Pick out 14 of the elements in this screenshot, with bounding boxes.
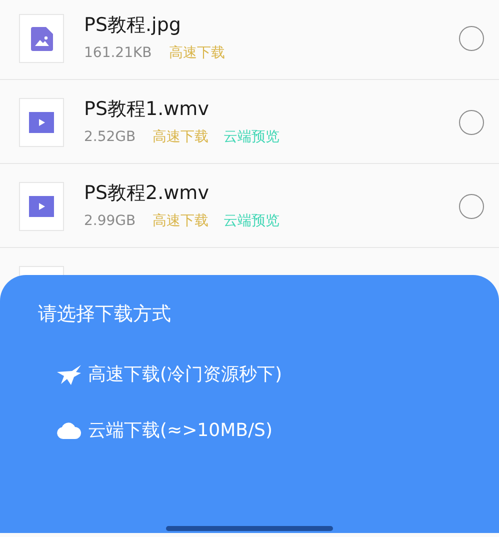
file-name: PS教程2.wmv: [84, 182, 209, 204]
action-link[interactable]: 云端预览: [224, 211, 280, 232]
action-link[interactable]: 高速下载: [168, 43, 225, 64]
file-size: 161.21KB: [84, 44, 152, 63]
action-link[interactable]: 云端预览: [224, 127, 280, 148]
action-link[interactable]: 高速下载: [152, 211, 209, 232]
sheet-title: 请选择下载方式: [38, 302, 171, 327]
file-size: 2.99GB: [84, 212, 136, 231]
download-option[interactable]: 高速下载(冷门资源秒下): [88, 361, 282, 388]
file-size: 2.52GB: [84, 128, 136, 147]
download-option[interactable]: 云端下载(≈>10MB/S): [88, 417, 272, 444]
file-name: PS教程.jpg: [84, 14, 181, 36]
file-name: PS教程1.wmv: [84, 98, 209, 120]
action-link[interactable]: 高速下载: [152, 127, 209, 148]
